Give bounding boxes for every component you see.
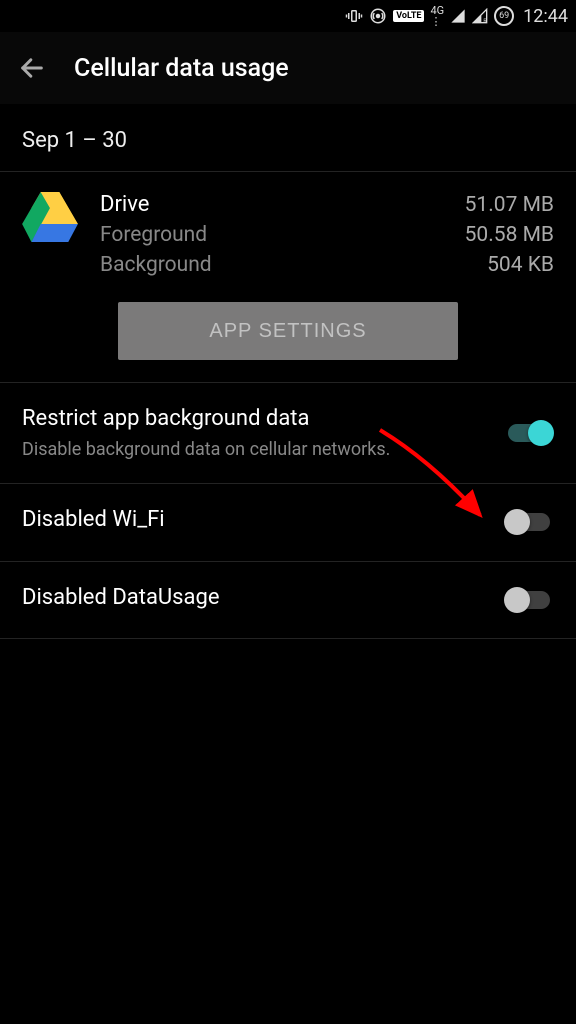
setting-disabled-wifi[interactable]: Disabled Wi_Fi xyxy=(0,484,576,562)
setting-disabled-datausage[interactable]: Disabled DataUsage xyxy=(0,562,576,640)
background-label: Background xyxy=(100,253,212,277)
background-value: 504 KB xyxy=(487,253,554,277)
network-type: 4G⋮ xyxy=(430,5,444,27)
setting-restrict-bg-data[interactable]: Restrict app background data Disable bac… xyxy=(0,383,576,484)
toggle-restrict-bg-data[interactable] xyxy=(504,420,554,446)
app-settings-button[interactable]: APP SETTINGS xyxy=(118,302,458,360)
foreground-value: 50.58 MB xyxy=(465,223,554,247)
setting-title: Disabled DataUsage xyxy=(22,584,484,613)
toggle-disabled-wifi[interactable] xyxy=(504,509,554,535)
app-bar: Cellular data usage xyxy=(0,32,576,104)
battery-icon: 69 xyxy=(494,6,514,26)
setting-title: Disabled Wi_Fi xyxy=(22,506,484,535)
back-button[interactable] xyxy=(18,54,46,82)
hotspot-icon xyxy=(369,7,387,25)
page-title: Cellular data usage xyxy=(74,54,289,83)
app-total-usage: 51.07 MB xyxy=(465,193,554,217)
date-range[interactable]: Sep 1 – 30 xyxy=(0,104,576,172)
toggle-disabled-datausage[interactable] xyxy=(504,587,554,613)
status-bar: VoLTE 4G⋮ R 69 12:44 xyxy=(0,0,576,32)
vibrate-icon xyxy=(345,7,363,25)
setting-title: Restrict app background data xyxy=(22,405,484,434)
setting-subtitle: Disable background data on cellular netw… xyxy=(22,438,484,461)
drive-icon xyxy=(22,192,78,248)
clock: 12:44 xyxy=(523,6,568,27)
app-usage-section: Drive 51.07 MB Foreground 50.58 MB Backg… xyxy=(0,172,576,383)
volte-icon: VoLTE xyxy=(393,10,424,22)
signal-icon-2: R xyxy=(472,7,488,25)
foreground-label: Foreground xyxy=(100,223,207,247)
app-name: Drive xyxy=(100,192,149,217)
signal-icon-1 xyxy=(450,7,466,25)
